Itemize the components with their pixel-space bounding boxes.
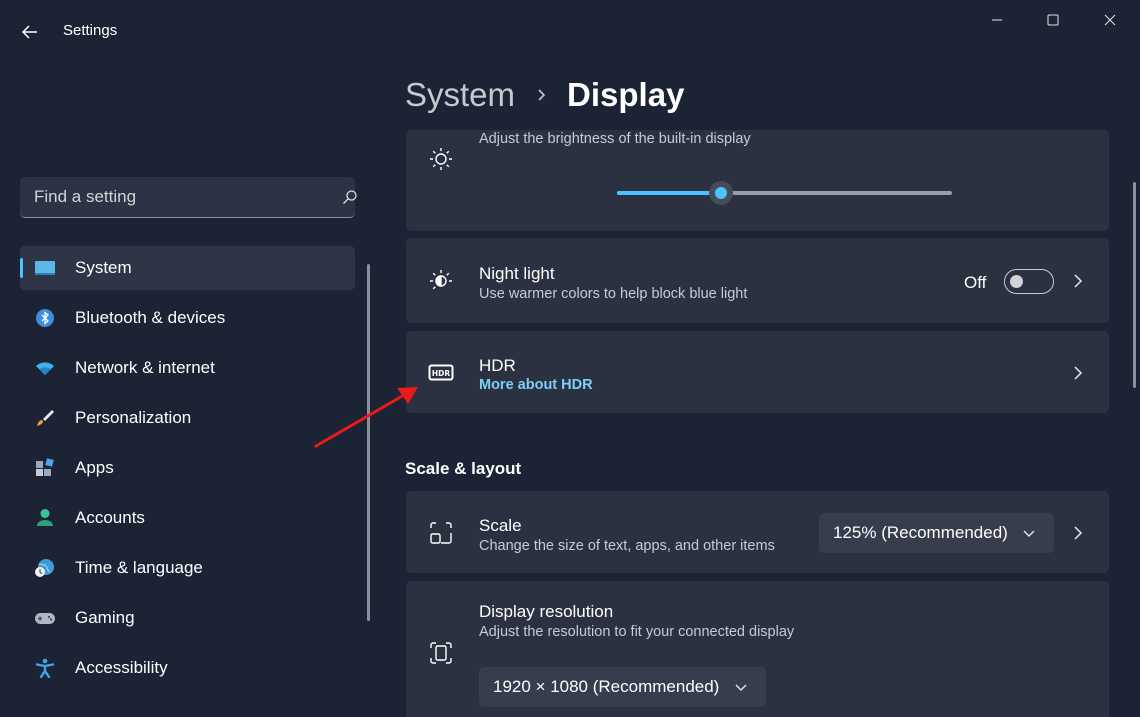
app-title: Settings	[63, 22, 118, 39]
night-light-toggle[interactable]	[1004, 269, 1054, 294]
apps-icon	[36, 458, 54, 476]
chevron-right-icon[interactable]	[1069, 525, 1085, 541]
sidebar-item-accessibility[interactable]: Accessibility	[20, 646, 355, 690]
chevron-right-icon[interactable]	[1069, 365, 1085, 381]
dropdown-value: 1920 × 1080 (Recommended)	[493, 677, 720, 696]
sidebar-item-accounts[interactable]: Accounts	[20, 496, 355, 540]
sidebar-item-label: System	[75, 258, 132, 277]
back-button[interactable]	[18, 20, 42, 44]
sidebar-item-bluetooth[interactable]: Bluetooth & devices	[20, 296, 355, 340]
chevron-down-icon	[1023, 530, 1035, 537]
sidebar-item-apps[interactable]: Apps	[20, 446, 355, 490]
sidebar-item-network[interactable]: Network & internet	[20, 346, 355, 390]
dropdown-value: 125% (Recommended)	[833, 523, 1008, 542]
title-bar: Settings	[0, 0, 1140, 62]
sidebar-item-time-language[interactable]: Time & language	[20, 546, 355, 590]
slider-fill	[617, 191, 721, 195]
sidebar-item-label: Gaming	[75, 608, 135, 627]
brightness-slider[interactable]	[617, 181, 952, 205]
scale-title: Scale	[479, 516, 522, 535]
maximize-icon	[1047, 14, 1059, 26]
search-icon[interactable]	[342, 189, 358, 205]
scale-description: Change the size of text, apps, and other…	[479, 538, 775, 554]
more-about-hdr-link[interactable]: More about HDR	[479, 377, 593, 393]
maximize-button[interactable]	[1030, 8, 1076, 32]
night-light-card[interactable]: Night light Use warmer colors to help bl…	[406, 238, 1109, 323]
sidebar-item-label: Network & internet	[75, 358, 215, 377]
sidebar-item-label: Accessibility	[75, 658, 168, 677]
close-button[interactable]	[1087, 8, 1133, 32]
sidebar-item-system[interactable]: System	[20, 246, 355, 290]
brightness-description: Adjust the brightness of the built-in di…	[479, 131, 751, 147]
resolution-dropdown[interactable]: 1920 × 1080 (Recommended)	[479, 667, 766, 707]
sidebar-item-label: Bluetooth & devices	[75, 308, 226, 327]
wifi-icon	[36, 362, 54, 375]
sun-icon	[430, 148, 452, 170]
accessibility-icon	[35, 658, 55, 678]
person-icon	[37, 509, 53, 526]
sidebar-scrollbar[interactable]	[367, 264, 370, 621]
scale-icon	[430, 522, 452, 544]
chevron-down-icon	[735, 684, 747, 691]
display-resolution-title: Display resolution	[479, 602, 614, 621]
search-input[interactable]	[20, 177, 320, 217]
breadcrumb-parent[interactable]: System	[405, 76, 515, 114]
chevron-right-icon[interactable]	[1069, 273, 1085, 289]
toggle-knob	[1010, 274, 1023, 288]
slider-thumb[interactable]	[708, 181, 733, 205]
monitor-icon	[35, 261, 55, 275]
night-light-title: Night light	[479, 264, 555, 283]
search-box	[20, 177, 358, 218]
resolution-icon	[430, 642, 452, 664]
display-resolution-card: Display resolution Adjust the resolution…	[406, 581, 1109, 717]
scale-card[interactable]: Scale Change the size of text, apps, and…	[406, 491, 1109, 573]
hdr-icon: HDR	[428, 364, 454, 381]
bluetooth-icon	[36, 309, 54, 327]
arrow-left-icon	[21, 25, 37, 39]
night-light-description: Use warmer colors to help block blue lig…	[479, 286, 748, 302]
sidebar-item-label: Time & language	[75, 558, 203, 577]
sidebar-nav: System Bluetooth & devices Network & int…	[20, 246, 355, 696]
scale-dropdown[interactable]: 125% (Recommended)	[819, 513, 1054, 553]
sidebar-item-label: Apps	[75, 458, 114, 477]
sidebar-item-label: Accounts	[75, 508, 145, 527]
brush-icon	[37, 410, 54, 426]
sidebar-item-label: Personalization	[75, 408, 192, 427]
close-icon	[1104, 14, 1116, 26]
toggle-state-label: Off	[964, 273, 987, 292]
hdr-card[interactable]: HDR HDR More about HDR	[406, 331, 1109, 413]
section-title-scale-layout: Scale & layout	[405, 459, 522, 478]
sidebar-item-personalization[interactable]: Personalization	[20, 396, 355, 440]
minimize-button[interactable]	[974, 8, 1020, 32]
breadcrumb: System Display	[405, 73, 684, 117]
minimize-icon	[992, 19, 1002, 21]
sidebar-item-gaming[interactable]: Gaming	[20, 596, 355, 640]
brightness-card: Adjust the brightness of the built-in di…	[406, 130, 1109, 231]
gamepad-icon	[35, 613, 55, 624]
svg-text:HDR: HDR	[432, 369, 451, 378]
page-title: Display	[567, 76, 685, 113]
hdr-title: HDR	[479, 356, 516, 375]
globe-clock-icon	[35, 559, 54, 577]
chevron-right-icon	[515, 88, 567, 102]
night-light-icon	[430, 270, 452, 290]
display-resolution-description: Adjust the resolution to fit your connec…	[479, 624, 795, 640]
main-scrollbar[interactable]	[1133, 182, 1136, 388]
